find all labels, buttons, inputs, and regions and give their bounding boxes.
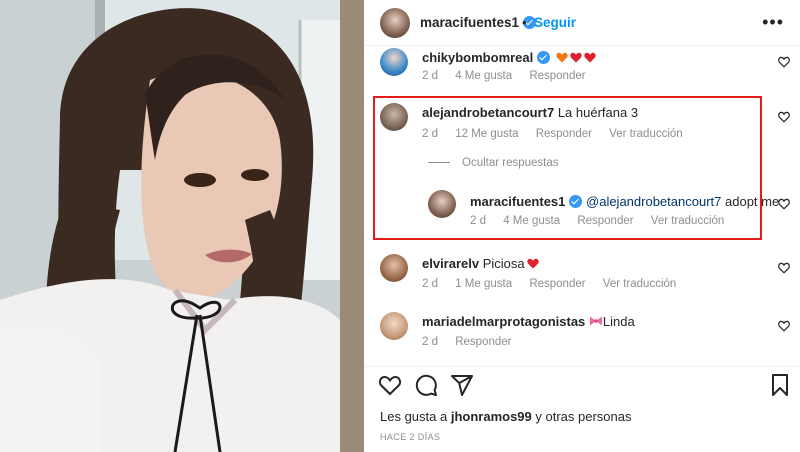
avatar[interactable] [380, 254, 408, 282]
post-time[interactable]: HACE 2 DÍAS [380, 432, 440, 442]
comment-time[interactable]: 2 d [422, 278, 438, 290]
reply-button[interactable]: Responder [529, 70, 585, 82]
comment-body: elvirarelv Piciosa [422, 256, 539, 271]
red-heart-icon [527, 258, 539, 269]
post-panel: maracifuentes1 • Seguir ••• chikybombomr… [364, 0, 800, 452]
heart-icon[interactable] [378, 373, 402, 397]
follow-button[interactable]: Seguir [534, 15, 576, 30]
comment-time[interactable]: 2 d [422, 336, 438, 348]
separator-dot: • [522, 15, 527, 30]
reply-button[interactable]: Responder [529, 278, 585, 290]
comment-likes[interactable]: 1 Me gusta [455, 278, 512, 290]
share-icon[interactable] [450, 373, 474, 397]
comment-meta: 2 d Responder [422, 336, 525, 348]
post-photo [0, 0, 364, 452]
comment-body: mariadelmarprotagonistas Linda [422, 314, 635, 329]
verified-icon [537, 51, 551, 64]
comment-username[interactable]: chikybombomreal [422, 50, 533, 65]
highlight-box [373, 96, 762, 240]
header-username[interactable]: maracifuentes1 [420, 15, 537, 30]
more-icon[interactable]: ••• [762, 12, 784, 33]
likes-suffix[interactable]: y otras personas [535, 409, 631, 424]
comment-text: Piciosa [482, 256, 525, 271]
comment-username[interactable]: elvirarelv [422, 256, 479, 271]
comment-username[interactable]: mariadelmarprotagonistas [422, 314, 585, 329]
reply-button[interactable]: Responder [455, 336, 511, 348]
header-username-text[interactable]: maracifuentes1 [420, 15, 519, 30]
avatar[interactable] [380, 48, 408, 76]
translate-button[interactable]: Ver traducción [603, 278, 677, 290]
pink-bow-icon [589, 316, 602, 326]
likes-summary: Les gusta a jhonramos99 y otras personas [380, 409, 632, 424]
like-heart-icon[interactable] [778, 262, 790, 274]
comment-likes[interactable]: 4 Me gusta [455, 70, 512, 82]
avatar[interactable] [380, 8, 410, 38]
avatar[interactable] [380, 312, 408, 340]
like-heart-icon[interactable] [778, 56, 790, 68]
comment-meta: 2 d 4 Me gusta Responder [422, 70, 600, 82]
post-photo-illustration [0, 0, 364, 452]
likes-prefix: Les gusta a [380, 409, 448, 424]
red-heart-icon [584, 52, 596, 63]
action-bar: Les gusta a jhonramos99 y otras personas… [364, 366, 800, 452]
comment-text: Linda [602, 314, 635, 329]
like-heart-icon[interactable] [778, 320, 790, 332]
comment-body: chikybombomreal [422, 50, 596, 65]
comment-icon[interactable] [414, 373, 438, 397]
orange-heart-icon [556, 52, 568, 63]
likes-user[interactable]: jhonramos99 [451, 409, 532, 424]
comment-meta: 2 d 1 Me gusta Responder Ver traducción [422, 278, 690, 290]
post-header: maracifuentes1 • Seguir ••• [364, 0, 800, 46]
like-heart-icon[interactable] [778, 111, 790, 123]
comment-time[interactable]: 2 d [422, 70, 438, 82]
red-heart-icon [570, 52, 582, 63]
bookmark-icon[interactable] [768, 373, 792, 397]
like-heart-icon[interactable] [778, 198, 790, 210]
